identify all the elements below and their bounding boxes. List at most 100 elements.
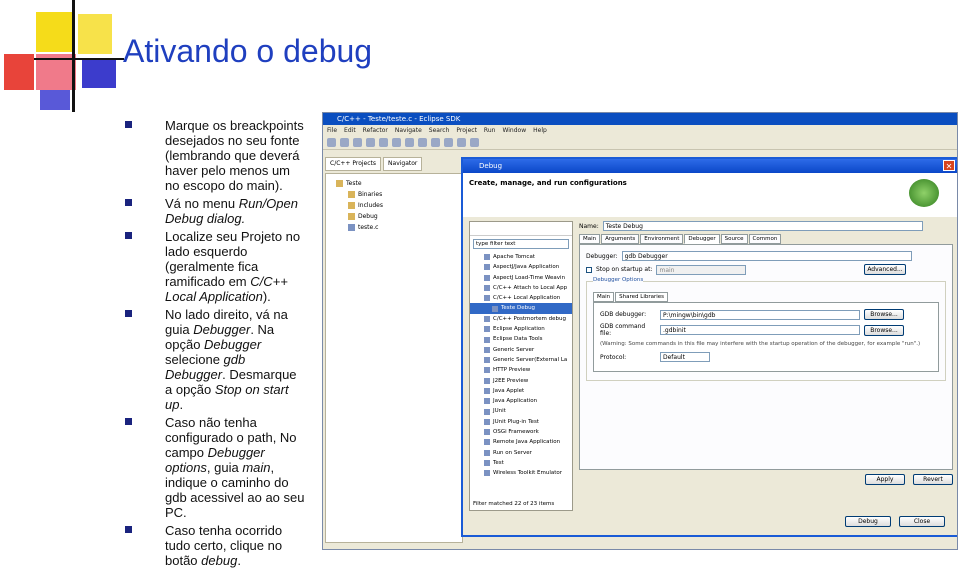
config-icon — [484, 295, 490, 302]
config-label: Wireless Toolkit Emulator — [493, 470, 563, 477]
filter-status: Filter matched 22 of 23 items — [473, 501, 555, 507]
config-item: Java Applet — [470, 386, 572, 396]
toolbar-icon — [444, 138, 453, 147]
config-label: C/C++ Postmortem debug — [493, 315, 566, 322]
tree-item: Debug — [336, 211, 462, 222]
view-tabs: C/C++ Projects Navigator — [325, 157, 465, 171]
dialog-buttons: Debug Close — [845, 516, 945, 527]
config-icon — [484, 398, 490, 405]
config-label: Test — [493, 459, 504, 466]
bug-icon — [909, 179, 939, 207]
subtab-main: Main — [593, 292, 615, 302]
bullet-item: Caso não tenha configurado o path, No ca… — [125, 415, 305, 520]
apply-row: Apply Revert — [579, 474, 953, 485]
config-item: Generic Server — [470, 345, 572, 355]
config-label: Generic Server(External La — [493, 356, 568, 363]
config-item: AspectJ/Java Application — [470, 262, 572, 272]
config-icon — [484, 357, 490, 364]
config-label: C/C++ Local Application — [493, 295, 561, 302]
menu-item: Window — [502, 127, 527, 134]
bullet-marker — [125, 121, 132, 128]
debug-dialog: Debug ✕ Create, manage, and run configura… — [461, 157, 957, 537]
config-list: Apache Tomcat AspectJ/Java Application Asp… — [470, 252, 572, 479]
toolbar-icon — [405, 138, 414, 147]
bullet-item: Localize seu Projeto no lado esquerdo (g… — [125, 229, 305, 304]
bullet-text: main — [242, 460, 271, 475]
config-editor: Name: Teste Debug Main Arguments Environme… — [579, 221, 953, 511]
debugger-row: Debugger: gdb Debugger — [586, 251, 946, 261]
config-item: Wireless Toolkit Emulator — [470, 468, 572, 478]
config-tab: Common — [748, 234, 782, 244]
config-icon — [484, 429, 490, 436]
config-label: Generic Server — [493, 346, 535, 353]
bullet-text: Debugger — [193, 322, 251, 337]
close-button: Close — [899, 516, 945, 527]
config-icon — [484, 439, 490, 446]
config-item: Apache Tomcat — [470, 252, 572, 262]
stop-label: Stop on startup at: — [596, 266, 653, 273]
folder-icon — [336, 180, 343, 187]
config-icon — [484, 377, 490, 384]
config-item: OSGi Framework — [470, 427, 572, 437]
bullet-text: , guia — [206, 460, 243, 475]
tree-project: Teste — [336, 178, 462, 189]
eclipse-window-title: C/C++ - Teste/teste.c - Eclipse SDK — [323, 113, 957, 125]
bullet-text: . — [237, 553, 241, 568]
toolbar-icon — [457, 138, 466, 147]
tree-item: Includes — [336, 200, 462, 211]
warning-text: (Warning: Some commands in this file may… — [600, 341, 921, 347]
config-item: Remote Java Application — [470, 437, 572, 447]
config-icon — [484, 470, 490, 477]
name-field: Teste Debug — [602, 221, 923, 231]
tree-item: teste.c — [336, 222, 462, 233]
menu-item: Help — [533, 127, 547, 134]
config-tabs: Main Arguments Environment Debugger Source Co… — [579, 234, 953, 244]
folder-icon — [348, 191, 355, 198]
subtab-shared-libraries: Shared Libraries — [615, 292, 669, 302]
options-group-label: Debugger Options — [593, 277, 644, 283]
config-tab: Main — [579, 234, 601, 244]
apply-button: Apply — [865, 474, 905, 485]
config-icon — [484, 408, 490, 415]
menu-item: Refactor — [362, 127, 388, 134]
bullet-text: Marque os breackpoints desejados no seu … — [165, 118, 304, 193]
eclipse-toolbar — [323, 136, 957, 150]
bullet-list: Marque os breackpoints desejados no seu … — [125, 118, 305, 571]
close-icon: ✕ — [943, 160, 955, 171]
project-tree: Teste Binaries Includes Debug teste.c — [325, 173, 463, 543]
config-label: J2EE Preview — [493, 377, 529, 384]
config-label: Run on Server — [493, 449, 532, 456]
dialog-title: Debug ✕ — [463, 159, 957, 173]
stop-field: main — [656, 264, 747, 275]
config-item: Eclipse Data Tools — [470, 334, 572, 344]
bullet-text: Debugger — [204, 337, 262, 352]
config-icon — [484, 274, 490, 281]
file-icon — [348, 224, 355, 231]
config-icon — [492, 305, 498, 312]
tree-item: Binaries — [336, 189, 462, 200]
tab-navigator: Navigator — [383, 157, 423, 171]
config-item: HTTP Preview — [470, 365, 572, 375]
name-label: Name: — [579, 222, 599, 230]
config-item: Java Application — [470, 396, 572, 406]
debugger-select: gdb Debugger — [621, 251, 912, 261]
config-item: C/C++ Local Application — [470, 293, 572, 303]
config-item: Test — [470, 458, 572, 468]
config-item: Teste Debug — [470, 303, 572, 314]
config-label: Remote Java Application — [493, 439, 561, 446]
config-label: JUnit Plug-in Test — [493, 418, 539, 425]
toolbar-icon — [366, 138, 375, 147]
config-item: JUnit Plug-in Test — [470, 417, 572, 427]
protocol-select: Default — [660, 352, 710, 362]
config-label: JUnit — [493, 408, 506, 415]
config-label: AspectJ Load-Time Weavin — [493, 274, 566, 281]
gdb-command-row: GDB command file: .gdbinit Browse... — [600, 323, 932, 337]
toolbar-icon — [379, 138, 388, 147]
bullet-text: Vá no menu — [165, 196, 239, 211]
config-item: Run on Server — [470, 448, 572, 458]
config-list-panel: type filter text Apache Tomcat AspectJ/Ja… — [469, 221, 573, 511]
config-label: Eclipse Application — [493, 326, 545, 333]
bullet-text: . — [179, 397, 184, 412]
config-toolbar — [470, 222, 572, 236]
config-icon — [484, 460, 490, 467]
